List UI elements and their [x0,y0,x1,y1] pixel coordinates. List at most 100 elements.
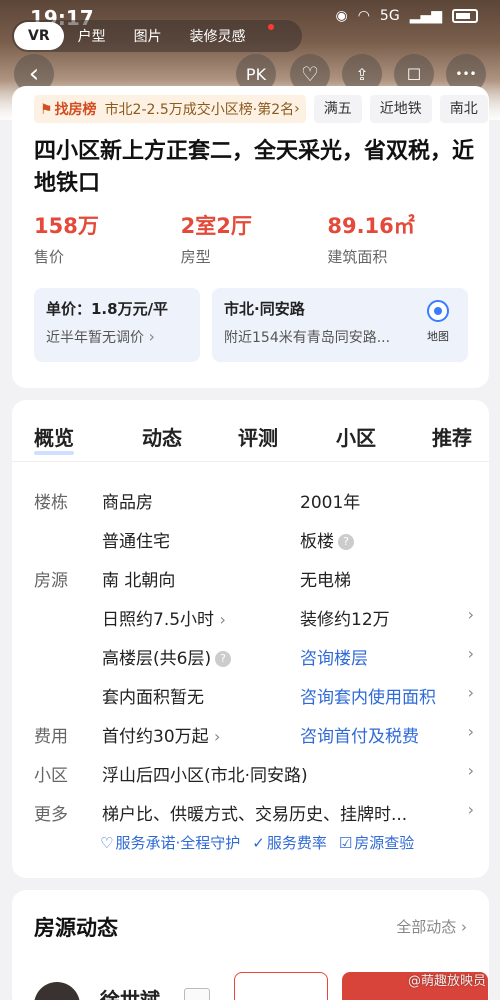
wifi-icon: ◠ [357,8,370,24]
check-circle-icon: ✓ [252,834,265,852]
agent-name: 徐世斌 [100,988,160,1000]
signal-icon: ▂▄▆ [409,8,442,24]
ranking-badge[interactable]: 找房榜 市北2-2.5万成交小区榜·第2名 › [34,95,306,123]
usage-type: 普通住宅 [102,532,170,552]
chevron-right-icon[interactable]: › [468,644,474,663]
tab-overview[interactable]: 概览 [34,422,74,455]
area-value: 89.16㎡ [327,214,415,238]
chevron-right-icon: › [148,327,155,346]
sunlight: 日照约7.5小时 [102,610,215,630]
price-value: 158万 [34,214,99,238]
avatar[interactable] [34,982,80,1000]
location-desc: 附近154米有青岛同安路... [224,330,391,346]
consult-floor-link[interactable]: 咨询楼层 [300,644,368,669]
building-row: 楼栋 商品房 2001年 [34,488,474,513]
check-square-icon: ☑ [338,834,353,852]
unit-price-desc: 近半年暂无调价 [46,330,144,346]
tab-dynamics[interactable]: 动态 [142,422,182,451]
help-icon[interactable]: ? [215,651,232,667]
price-metric: 158万 售价 [34,210,181,267]
section-label: 楼栋 [34,493,68,513]
listing-summary-card: 找房榜 市北2-2.5万成交小区榜·第2名 › 满五 近地铁 南北 四小区新上方… [12,86,489,388]
house-row-3[interactable]: 高楼层(共6层)? 咨询楼层 › [34,644,474,669]
tab-review[interactable]: 评测 [238,422,278,451]
price-label: 售价 [34,248,65,266]
section-tabs: 概览 动态 评测 小区 推荐 [12,400,489,462]
service-promise-link[interactable]: ♡ 服务承诺·全程守护 [100,832,240,853]
network-label: 5G [379,8,400,24]
elevator: 无电梯 [300,571,351,591]
property-type: 商品房 [102,493,153,513]
building-row-2: 普通住宅 板楼? [34,527,474,552]
layout-value: 2室2厅 [180,214,252,238]
status-icons: ◉ ◠ 5G ▂▄▆ [335,8,478,24]
section-label: 小区 [34,766,68,786]
area-metric: 89.16㎡ 建筑面积 [327,210,474,267]
build-year: 2001年 [300,493,361,513]
consult-payment-link[interactable]: 咨询首付及税费 [300,722,419,747]
house-row-2[interactable]: 日照约7.5小时 › 装修约12万 › [34,605,474,630]
house-row-4[interactable]: 套内面积暂无 咨询套内使用面积 › [34,683,474,708]
chevron-right-icon[interactable]: › [468,605,474,624]
location-card[interactable]: 市北·同安路 附近154米有青岛同安路... 地图 [212,288,468,362]
ranking-text: 市北2-2.5万成交小区榜·第2名 [104,102,295,118]
media-tab-photos[interactable]: 图片 [120,26,176,46]
media-tabs: VR 户型 图片 装修灵感 [12,20,302,52]
house-inspection-link[interactable]: ☑ 房源查验 [339,832,414,853]
chat-button[interactable] [234,972,328,1000]
unit-price-title: 单价：1.8万元/平 [46,300,169,318]
chevron-right-icon[interactable]: › [468,722,474,741]
tag-chip: 满五 [313,95,362,123]
orientation: 南 北朝向 [102,571,176,591]
consult-inner-area-link[interactable]: 咨询套内使用面积 [300,683,436,708]
tab-recommend[interactable]: 推荐 [432,422,472,451]
section-label: 费用 [34,727,68,747]
shield-icon: ♡ [100,834,114,852]
unit-price-card[interactable]: 单价：1.8万元/平 近半年暂无调价 › [34,288,200,362]
tag-chip: 南北 [439,95,488,123]
media-tab-inspiration[interactable]: 装修灵感 [176,26,260,46]
media-tab-floorplan[interactable]: 户型 [64,26,120,46]
battery-icon [452,9,478,23]
house-row: 房源 南 北朝向 无电梯 [34,566,474,591]
more-info: 梯户比、供暖方式、交易历史、挂牌时... [102,805,408,825]
tag-chip: 近地铁 [369,95,432,123]
chevron-right-icon[interactable]: › [468,800,474,819]
community-row[interactable]: 小区 浮山后四小区(市北·同安路) › [34,761,474,786]
map-button[interactable]: 地图 [418,296,458,352]
map-pin-icon [427,300,449,322]
section-label: 房源 [34,571,68,591]
more-row[interactable]: 更多 梯户比、供暖方式、交易历史、挂牌时... › [34,800,474,825]
dynamics-title: 房源动态 [34,916,118,940]
tab-community[interactable]: 小区 [336,422,376,451]
media-tab-vr[interactable]: VR [14,22,64,50]
ranking-title: 找房榜 [40,99,97,119]
chevron-right-icon: › [214,727,221,746]
map-label: 地图 [427,330,449,343]
floor-level: 高楼层(共6层) [102,649,212,669]
chevron-right-icon[interactable]: › [468,761,474,780]
down-payment: 首付约30万起 [102,727,209,747]
section-label: 更多 [34,805,68,825]
cost-row[interactable]: 费用 首付约30万起 › 咨询首付及税费 › [34,722,474,747]
chevron-right-icon: › [219,610,226,629]
help-icon[interactable]: ? [338,534,354,550]
all-dynamics-link[interactable]: 全部动态 › [396,916,467,937]
ranking-strip: 找房榜 市北2-2.5万成交小区榜·第2名 › 满五 近地铁 南北 [34,94,489,124]
inner-area: 套内面积暂无 [102,688,204,708]
key-metrics: 158万 售价 2室2厅 房型 89.16㎡ 建筑面积 [34,210,474,267]
detail-card: 概览 动态 评测 小区 推荐 楼栋 商品房 2001年 普通住宅 板楼? 房源 … [12,400,489,878]
layout-label: 房型 [180,248,211,266]
service-strip: ♡ 服务承诺·全程守护 ✓ 服务费率 ☑ 房源查验 [100,832,414,853]
area-label: 建筑面积 [327,248,388,266]
service-fee-link[interactable]: ✓ 服务费率 [252,832,327,853]
id-card-icon[interactable] [184,988,210,1000]
renovation: 装修约12万 [300,610,390,630]
community-name: 浮山后四小区(市北·同安路) [102,766,308,786]
eye-icon: ◉ [335,8,348,24]
structure-type: 板楼 [300,532,334,552]
chevron-right-icon[interactable]: › [468,683,474,702]
notification-dot [268,24,274,30]
chevron-right-icon: › [294,101,300,117]
layout-metric: 2室2厅 房型 [181,210,328,267]
